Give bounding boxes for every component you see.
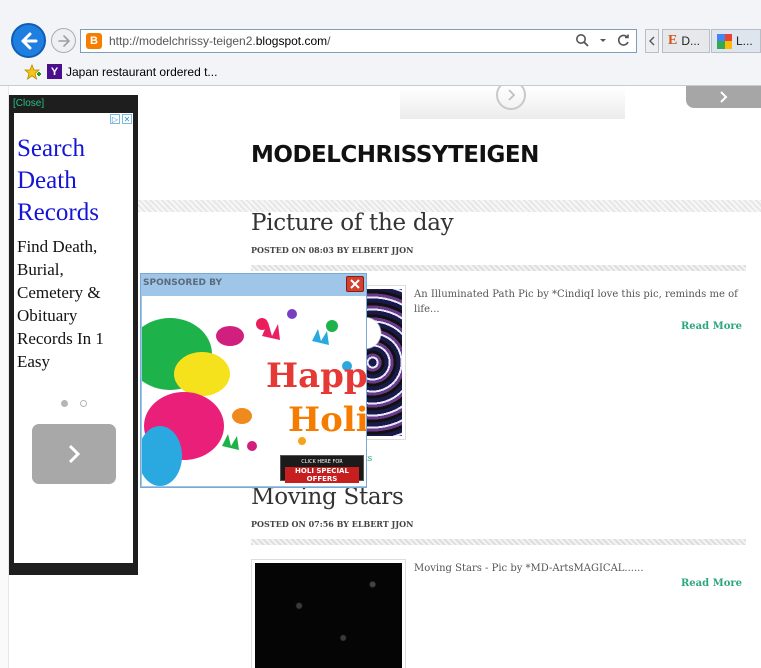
popup-close-button[interactable] (346, 276, 364, 292)
chevron-left-icon (649, 36, 655, 46)
carousel-dots (61, 400, 87, 407)
favorites-star-icon[interactable] (24, 63, 42, 80)
divider (251, 265, 746, 271)
dropdown-icon[interactable] (599, 33, 607, 47)
sponsored-label: SPONSORED BY (143, 278, 222, 288)
favorite-link[interactable]: Japan restaurant ordered t... (66, 65, 217, 79)
holi-ad-image[interactable]: Happy Holi CLICK HERE FOR HOLI SPECIAL O… (142, 296, 366, 486)
google-icon (717, 33, 732, 49)
side-ad-panel: [Close] ▷ ✕ Search Death Records Find De… (9, 95, 138, 575)
tab-label: L... (736, 34, 753, 48)
adchoices-icon[interactable]: ▷ (110, 114, 120, 124)
thumbnail-image (255, 563, 402, 668)
site-title[interactable]: MODELCHRISSYTEIGEN (251, 142, 539, 168)
close-icon[interactable]: ✕ (122, 114, 132, 124)
post-thumbnail[interactable] (251, 559, 406, 668)
tab-1[interactable]: E D... (662, 29, 710, 53)
divider (251, 539, 746, 545)
favorites-bar: Y Japan restaurant ordered t... (0, 58, 761, 85)
post-excerpt: An Illuminated Path Pic by *CindiqI love… (414, 289, 738, 315)
close-icon (350, 279, 360, 289)
top-banner (400, 86, 625, 119)
forward-button[interactable] (51, 28, 76, 53)
top-next-button[interactable] (686, 86, 761, 108)
back-button[interactable] (11, 23, 46, 58)
sponsored-popup[interactable]: SPONSORED BY Happy Holi CLICK HERE FOR (140, 273, 367, 488)
post-title[interactable]: Picture of the day (251, 210, 454, 236)
blogger-icon: B (86, 33, 102, 49)
carousel-dot[interactable] (80, 400, 87, 407)
carousel-dot[interactable] (61, 400, 68, 407)
arrow-right-icon (57, 34, 70, 47)
tab-scroll-left[interactable] (645, 29, 659, 53)
ad-next-button[interactable] (32, 424, 116, 484)
ad-body: Find Death, Burial, Cemetery & Obituary … (17, 237, 104, 371)
chevron-right-icon (719, 91, 727, 103)
tab-label: D... (681, 34, 701, 48)
post-excerpt: Moving Stars - Pic by *MD-ArtsMAGICAL...… (414, 563, 644, 574)
page-left-edge (0, 86, 9, 668)
holi-offers-button[interactable]: CLICK HERE FOR HOLI SPECIAL OFFERS (280, 455, 364, 483)
ad-headline[interactable]: Search Death Records (17, 133, 131, 229)
ad-close-link[interactable]: [Close] (13, 98, 44, 109)
post-meta: POSTED ON 08:03 BY ELBERT JJON (251, 245, 414, 255)
holi-text-happy: Happy (266, 356, 366, 396)
banner-next-button[interactable] (496, 86, 526, 110)
address-url[interactable]: http://modelchrissy-teigen2.blogspot.com… (109, 34, 330, 48)
chevron-right-icon (508, 89, 516, 101)
adchoices[interactable]: ▷ ✕ (110, 114, 132, 124)
arrow-left-icon (21, 32, 37, 49)
chevron-right-icon (68, 444, 81, 464)
post-meta: POSTED ON 07:56 BY ELBERT JJON (251, 519, 414, 529)
refresh-icon[interactable] (617, 33, 630, 47)
browser-chrome: B http://modelchrissy-teigen2.blogspot.c… (0, 0, 761, 86)
search-icon[interactable] (575, 33, 589, 47)
yahoo-icon: Y (47, 64, 62, 79)
ad-content[interactable]: ▷ ✕ Search Death Records Find Death, Bur… (14, 113, 133, 563)
cta-small-text: CLICK HERE FOR (301, 459, 343, 465)
holi-text-holi: Holi (288, 400, 366, 440)
read-more-link[interactable]: Read More (681, 321, 742, 332)
tab-2[interactable]: L... (711, 29, 761, 53)
read-more-link[interactable]: Read More (681, 578, 742, 589)
cta-big-text: HOLI SPECIAL OFFERS (285, 467, 359, 483)
address-bar[interactable]: B http://modelchrissy-teigen2.blogspot.c… (80, 29, 637, 53)
etsy-icon: E (668, 33, 678, 48)
